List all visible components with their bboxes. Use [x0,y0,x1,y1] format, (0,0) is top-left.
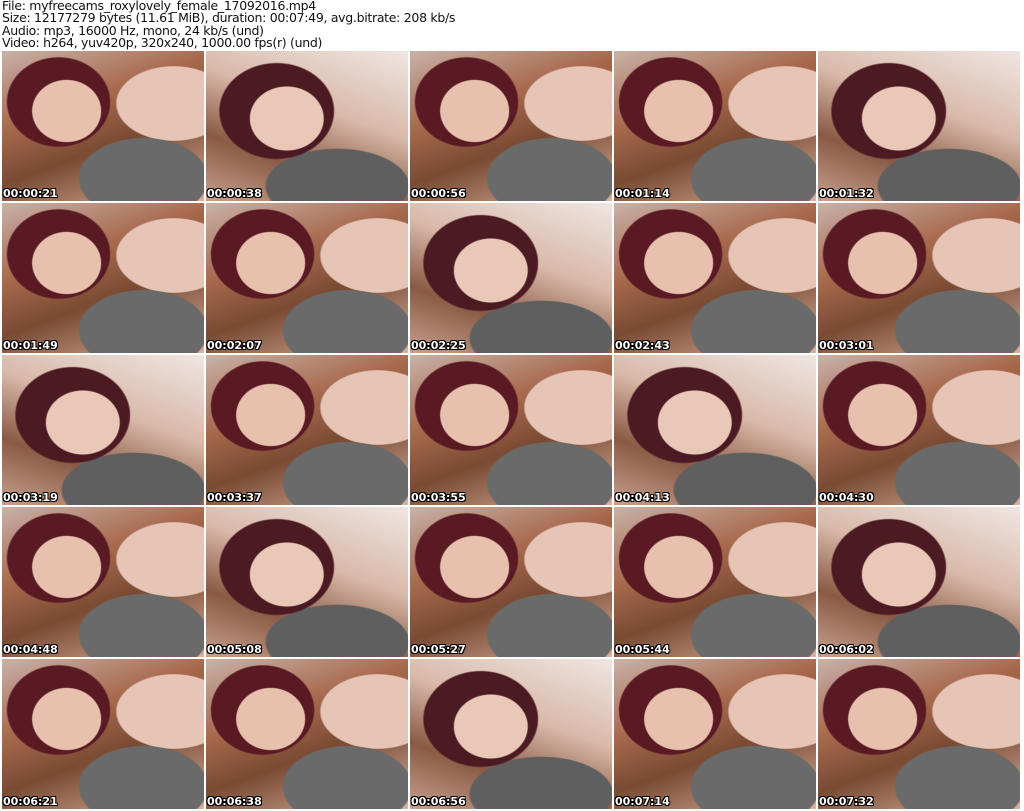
video-thumbnail: 00:06:56 [410,659,612,809]
timestamp: 00:03:55 [411,491,466,504]
timestamp: 00:05:27 [411,643,466,656]
video-thumbnail: 00:03:55 [410,355,612,505]
video-thumbnail: 00:05:08 [206,507,408,657]
video-thumbnail: 00:00:56 [410,51,612,201]
thumbnail-grid: 00:00:21 00:00:38 00:00:56 00:01:14 00:01:32… [2,51,1020,809]
timestamp: 00:00:56 [411,187,466,200]
timestamp: 00:03:37 [207,491,262,504]
video-thumbnail: 00:06:21 [2,659,204,809]
timestamp: 00:06:56 [411,795,466,808]
timestamp: 00:01:32 [819,187,874,200]
timestamp: 00:02:07 [207,339,262,352]
video-thumbnail: 00:06:02 [818,507,1020,657]
video-thumbnail: 00:03:19 [2,355,204,505]
timestamp: 00:01:49 [3,339,58,352]
video-thumbnail: 00:04:48 [2,507,204,657]
video-thumbnail: 00:07:32 [818,659,1020,809]
timestamp: 00:00:21 [3,187,58,200]
file-info-header: File: myfreecams_roxylovely_female_17092… [2,0,455,49]
video-thumbnail: 00:01:32 [818,51,1020,201]
timestamp: 00:05:44 [615,643,670,656]
timestamp: 00:02:43 [615,339,670,352]
video-thumbnail: 00:05:27 [410,507,612,657]
timestamp: 00:03:19 [3,491,58,504]
timestamp: 00:04:48 [3,643,58,656]
video-thumbnail: 00:00:38 [206,51,408,201]
timestamp: 00:05:08 [207,643,262,656]
video-thumbnail: 00:07:14 [614,659,816,809]
timestamp: 00:00:38 [207,187,262,200]
video-thumbnail: 00:01:49 [2,203,204,353]
video-thumbnail: 00:02:07 [206,203,408,353]
timestamp: 00:03:01 [819,339,874,352]
timestamp: 00:06:02 [819,643,874,656]
timestamp: 00:04:13 [615,491,670,504]
timestamp: 00:04:30 [819,491,874,504]
video-thumbnail: 00:02:43 [614,203,816,353]
video-thumbnail: 00:05:44 [614,507,816,657]
video-thumbnail: 00:04:13 [614,355,816,505]
video-thumbnail: 00:06:38 [206,659,408,809]
video-thumbnail: 00:02:25 [410,203,612,353]
timestamp: 00:06:38 [207,795,262,808]
video-thumbnail: 00:04:30 [818,355,1020,505]
video-thumbnail: 00:03:01 [818,203,1020,353]
video-info: Video: h264, yuv420p, 320x240, 1000.00 f… [2,34,323,50]
video-thumbnail: 00:00:21 [2,51,204,201]
timestamp: 00:06:21 [3,795,58,808]
timestamp: 00:07:14 [615,795,670,808]
video-thumbnail: 00:03:37 [206,355,408,505]
timestamp: 00:02:25 [411,339,466,352]
timestamp: 00:07:32 [819,795,874,808]
video-thumbnail: 00:01:14 [614,51,816,201]
timestamp: 00:01:14 [615,187,670,200]
